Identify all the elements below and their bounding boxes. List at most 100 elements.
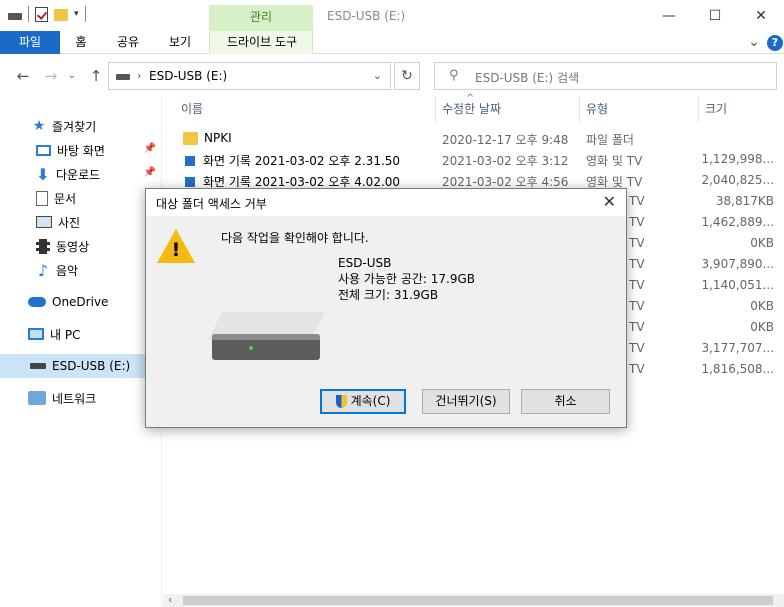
horizontal-scrollbar[interactable]: ‹ — [163, 593, 784, 607]
drive-name: ESD-USB — [338, 256, 392, 270]
tab-view[interactable]: 보기 — [160, 31, 200, 54]
minimize-button[interactable]: — — [646, 0, 692, 31]
toolbar-separator — [84, 6, 86, 22]
file-type: 영화 및 TV — [586, 154, 643, 168]
column-header-name[interactable]: 이름 — [163, 96, 436, 122]
tab-share[interactable]: 공유 — [108, 31, 148, 54]
file-date: 2021-03-02 오후 3:12 — [442, 154, 569, 168]
chevron-down-icon[interactable]: ⌄ — [373, 69, 382, 82]
refresh-button[interactable]: ↻ — [394, 62, 420, 90]
context-tab-label: 관리 — [249, 10, 273, 24]
context-tab-manage[interactable]: 관리 — [209, 5, 313, 31]
file-type: TV — [629, 194, 645, 208]
sidebar-item-music[interactable]: ♪ 음악 — [0, 258, 162, 282]
sidebar-item-onedrive[interactable]: OneDrive — [0, 290, 162, 314]
file-type: TV — [629, 320, 645, 334]
drive-icon — [116, 74, 130, 80]
tab-home[interactable]: 홈 — [66, 31, 96, 54]
properties-icon[interactable] — [35, 6, 48, 22]
continue-button-label: 계속(C) — [350, 394, 391, 408]
column-header-date[interactable]: 수정한 날짜 — [436, 96, 580, 122]
drive-info: ESD-USB 사용 가능한 공간: 17.9GB 전체 크기: 31.9GB — [338, 255, 475, 303]
video-file-icon — [185, 155, 195, 166]
chevron-right-icon[interactable]: › — [137, 69, 141, 82]
sidebar-item-label: 동영상 — [56, 239, 90, 254]
music-note-icon: ♪ — [37, 260, 49, 280]
address-path[interactable]: ESD-USB (E:) — [149, 69, 227, 83]
file-size: 1,816,508... — [701, 362, 774, 376]
expand-ribbon-icon[interactable]: ⌄ — [746, 31, 762, 54]
sidebar-item-downloads[interactable]: ⬇ 다운로드 📌 — [0, 162, 162, 186]
continue-button[interactable]: 계속(C) — [320, 389, 406, 414]
dialog-title-bar: 대상 폴더 액세스 거부 ✕ — [146, 189, 626, 216]
cloud-icon — [28, 297, 46, 307]
scroll-left-icon[interactable]: ‹ — [168, 593, 172, 606]
skip-button[interactable]: 건너뛰기(S) — [422, 389, 510, 414]
tab-drive-tools[interactable]: 드라이브 도구 — [209, 31, 313, 54]
file-size: 1,140,051... — [701, 278, 774, 292]
file-type: TV — [629, 362, 645, 376]
sidebar-item-documents[interactable]: 문서 — [0, 186, 162, 210]
cancel-button[interactable]: 취소 — [521, 389, 610, 414]
drive-icon — [8, 12, 22, 20]
back-arrow-icon[interactable]: ← — [13, 66, 33, 86]
sidebar-item-desktop[interactable]: 바탕 화면 📌 — [0, 138, 162, 162]
computer-icon — [28, 328, 44, 340]
access-denied-dialog: 대상 폴더 액세스 거부 ✕ ! 다음 작업을 확인해야 합니다. ESD-US… — [145, 188, 627, 428]
usb-drive-icon — [30, 363, 46, 369]
address-bar[interactable]: › ESD-USB (E:) ⌄ — [108, 62, 391, 90]
download-icon: ⬇ — [36, 164, 50, 184]
sidebar-item-usb-drive[interactable]: ESD-USB (E:) — [0, 354, 162, 378]
file-date: 2020-12-17 오후 9:48 — [442, 133, 569, 147]
hard-drive-icon — [207, 312, 326, 367]
pin-icon[interactable]: 📌 — [144, 167, 156, 178]
desktop-icon — [36, 144, 51, 156]
file-row[interactable]: 화면 기록 2021-03-02 오후 2.31.50 2021-03-02 오… — [163, 149, 784, 170]
drive-free-space: 사용 가능한 공간: 17.9GB — [338, 272, 476, 286]
quick-access-toolbar: ▾ — [8, 6, 86, 22]
sidebar-item-this-pc[interactable]: 내 PC — [0, 322, 162, 346]
customize-toolbar-dropdown-icon[interactable]: ▾ — [74, 9, 79, 19]
dialog-close-icon[interactable]: ✕ — [603, 192, 616, 211]
uac-shield-icon — [335, 395, 347, 408]
file-type: TV — [629, 215, 645, 229]
recent-locations-chevron-icon[interactable]: ⌄ — [62, 66, 82, 86]
file-row[interactable]: NPKI 2020-12-17 오후 9:48 파일 폴더 — [163, 128, 784, 149]
dialog-message: 다음 작업을 확인해야 합니다. — [221, 231, 369, 245]
pin-icon[interactable]: 📌 — [144, 143, 156, 154]
close-button[interactable]: ✕ — [738, 0, 784, 31]
search-placeholder: ESD-USB (E:) 검색 — [475, 71, 580, 85]
file-type: TV — [629, 278, 645, 292]
folder-icon — [183, 131, 198, 145]
column-header-size[interactable]: 크기 — [699, 96, 784, 122]
up-arrow-icon[interactable]: ↑ — [86, 66, 106, 86]
tab-drive-tools-label: 드라이브 도구 — [226, 35, 298, 49]
sidebar-item-videos[interactable]: 동영상 — [0, 234, 162, 258]
film-icon — [36, 238, 50, 254]
toolbar-separator — [28, 6, 29, 22]
file-size: 0KB — [750, 299, 774, 313]
sidebar-item-label: 사진 — [58, 215, 81, 230]
sidebar-item-network[interactable]: 네트워크 — [0, 386, 162, 410]
video-file-icon — [185, 176, 195, 187]
column-header-type[interactable]: 유형 — [580, 96, 699, 122]
tab-file[interactable]: 파일 — [0, 31, 60, 54]
search-input[interactable]: ⚲ ESD-USB (E:) 검색 — [434, 62, 777, 90]
ribbon-tabs: 파일 홈 공유 보기 드라이브 도구 ⌄ ? — [0, 31, 784, 54]
sidebar-item-label: 바탕 화면 — [57, 143, 105, 158]
sidebar-item-label: 다운로드 — [56, 167, 101, 182]
file-size: 0KB — [750, 320, 774, 334]
navigation-bar: ← → ⌄ ↑ › ESD-USB (E:) ⌄ ↻ ⚲ ESD-USB (E:… — [0, 62, 784, 92]
file-type: 파일 폴더 — [586, 133, 634, 147]
scrollbar-thumb[interactable] — [183, 596, 773, 605]
sidebar-item-quick-access[interactable]: ★ 즐겨찾기 — [0, 114, 162, 138]
new-folder-icon[interactable] — [54, 9, 68, 21]
sidebar-item-label: 네트워크 — [52, 391, 97, 406]
help-icon[interactable]: ? — [767, 35, 783, 51]
maximize-button[interactable]: ☐ — [692, 0, 738, 31]
sidebar-item-pictures[interactable]: 사진 — [0, 210, 162, 234]
file-type: TV — [629, 299, 645, 313]
star-icon: ★ — [32, 118, 46, 134]
file-name: 화면 기록 2021-03-02 오후 2.31.50 — [203, 154, 401, 168]
forward-arrow-icon[interactable]: → — [41, 66, 61, 86]
